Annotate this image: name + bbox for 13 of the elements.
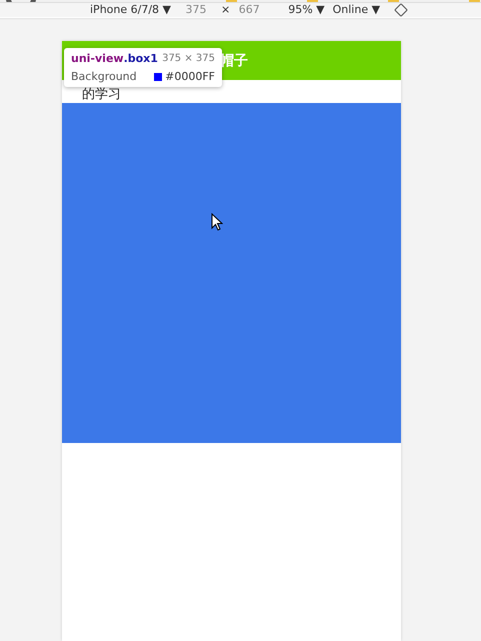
device-select[interactable]: iPhone 6/7/8 ▼ [90,3,171,16]
cursor-icon [211,213,223,231]
zoom-select[interactable]: 95% ▼ [288,3,325,16]
element-size: 375 × 375 [162,53,215,64]
page-text: 的学习 [82,86,121,103]
element-name: uni-view [71,52,124,65]
rotate-icon[interactable] [394,2,408,17]
property-label: Background [71,70,137,83]
dimension-separator: × [221,3,230,16]
property-value: #0000FF [165,70,215,83]
network-select[interactable]: Online ▼ [332,3,380,16]
color-swatch [154,72,162,80]
element-class: .box1 [124,52,158,65]
